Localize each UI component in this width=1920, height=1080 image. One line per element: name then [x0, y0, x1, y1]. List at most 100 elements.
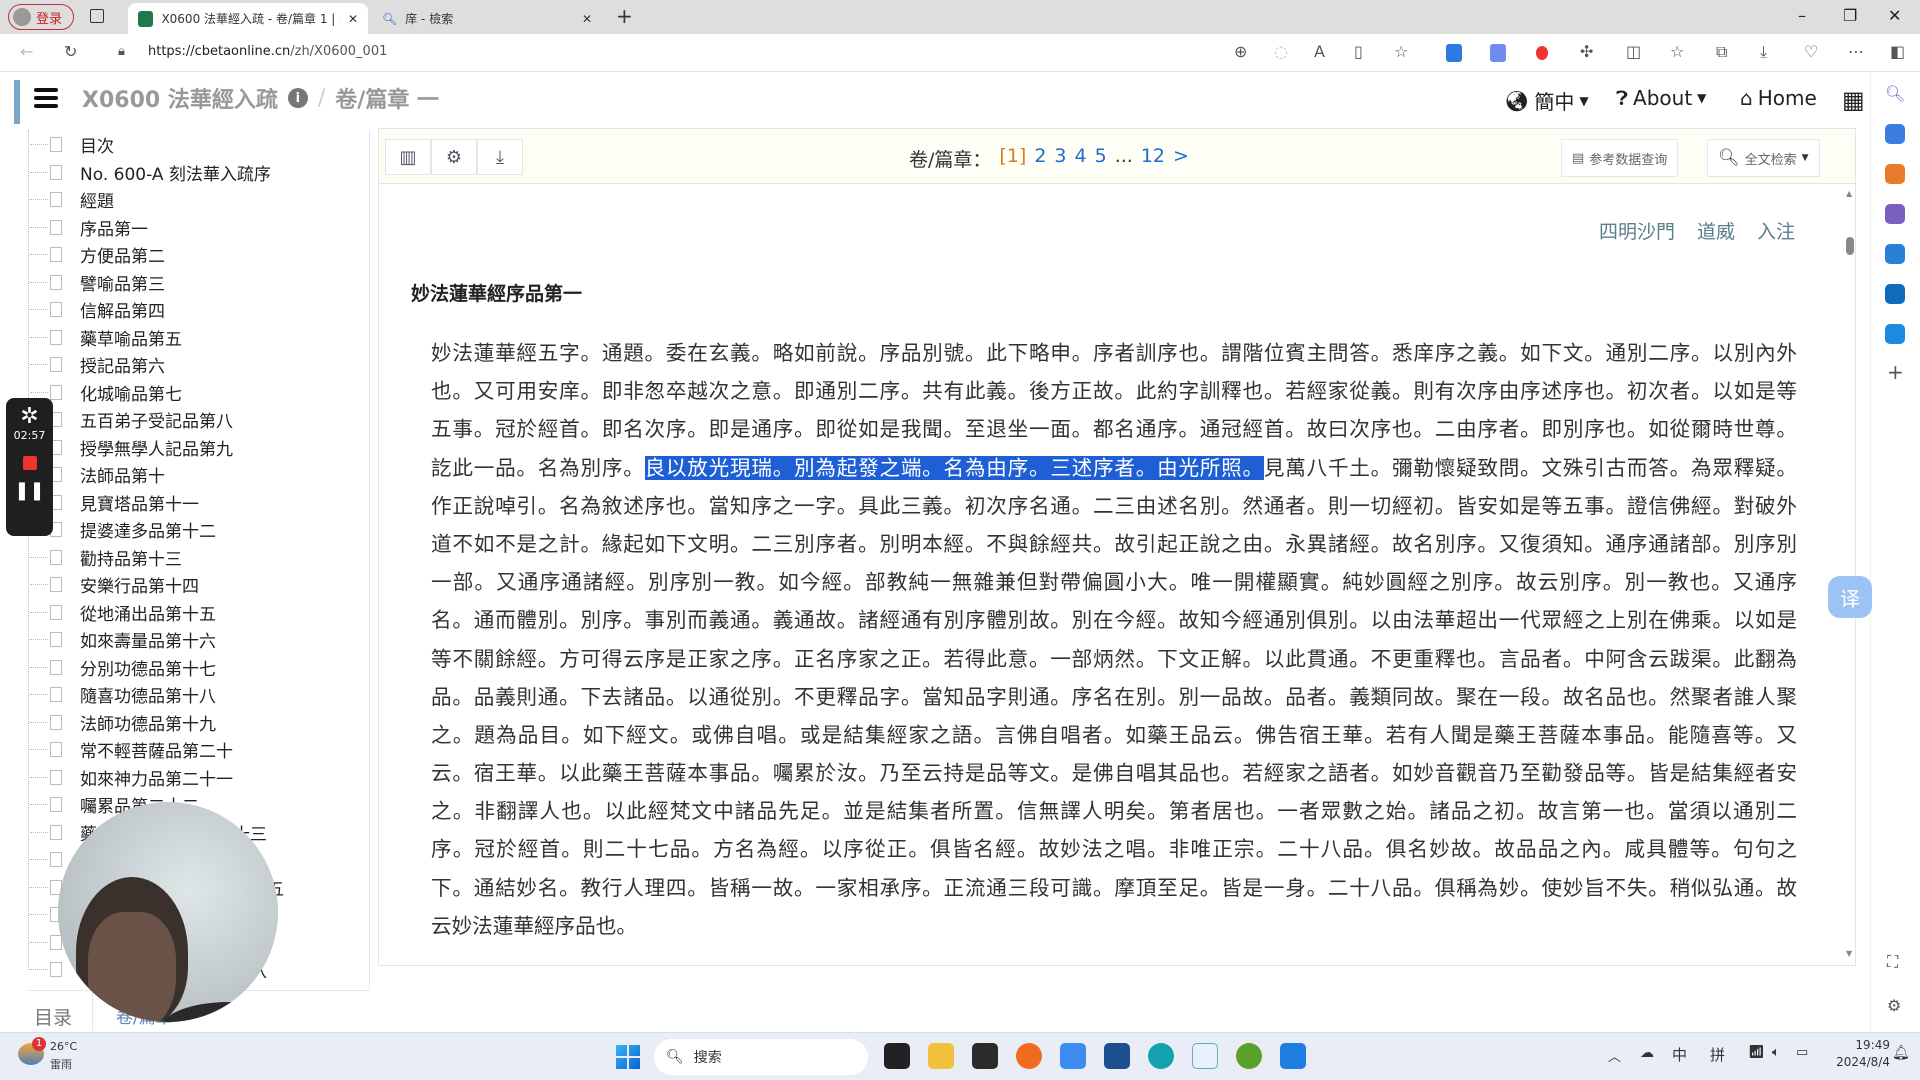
menu-icon[interactable] [34, 88, 58, 108]
language-menu[interactable]: 🌏︎ 簡中 ▼ [1504, 86, 1589, 115]
toc-item[interactable]: 如來神力品第二十一 [30, 764, 233, 791]
toc-item[interactable]: 五百弟子受記品第八 [30, 406, 233, 433]
volume-icon[interactable]: 🔈︎ [1772, 1045, 1780, 1060]
games-icon[interactable] [1885, 204, 1905, 224]
search-icon[interactable]: 🔍︎ [1885, 84, 1905, 103]
toc-item[interactable]: 方便品第二 [30, 241, 165, 268]
close-tab-icon[interactable]: ✕ [348, 12, 358, 26]
start-icon[interactable] [616, 1045, 640, 1069]
close-tab-icon[interactable]: ✕ [582, 12, 592, 26]
edge-icon[interactable]: ◌ [1274, 42, 1288, 61]
translator-extension-icon[interactable] [1490, 44, 1506, 62]
toc-item[interactable]: 從地涌出品第十五 [30, 599, 216, 626]
minimize-icon[interactable]: – [1798, 6, 1806, 25]
more-icon[interactable]: ⋯ [1848, 42, 1864, 61]
toc-item[interactable]: 授記品第六 [30, 351, 165, 378]
wifi-icon[interactable]: 📶︎ [1748, 1045, 1765, 1060]
ime-lang[interactable]: 中 [1672, 1044, 1687, 1065]
fulltext-search-button[interactable]: 🔍︎ 全文检索 ▼ [1707, 139, 1820, 177]
tab-actions-icon[interactable] [90, 9, 104, 23]
webcam-overlay[interactable] [58, 802, 278, 1022]
pager-page-last[interactable]: 12 [1141, 145, 1165, 172]
file-explorer-icon[interactable] [928, 1043, 954, 1069]
app-icon[interactable] [1280, 1043, 1306, 1069]
add-icon[interactable]: + [1887, 360, 1904, 384]
about-menu[interactable]: ❓︎ About ▼ [1616, 86, 1706, 110]
download-icon[interactable]: ⤓ [1760, 42, 1767, 62]
layout-toggle-button[interactable]: ▥ [385, 139, 431, 175]
collections-icon[interactable]: ⧉ [1716, 42, 1727, 62]
outlook-icon[interactable] [1885, 284, 1905, 304]
restore-icon[interactable]: ❐ [1843, 6, 1857, 25]
store-icon[interactable] [1104, 1043, 1130, 1069]
firefox-icon[interactable] [1016, 1043, 1042, 1069]
toc-item[interactable]: 如來壽量品第十六 [30, 626, 216, 653]
favorite-star-icon[interactable]: ☆ [1394, 42, 1408, 61]
tray-expand-icon[interactable]: ︿ [1608, 1046, 1621, 1065]
toc-item[interactable]: 法師品第十 [30, 461, 165, 488]
close-window-icon[interactable]: ✕ [1888, 6, 1901, 25]
toc-item[interactable]: 分別功德品第十七 [30, 654, 216, 681]
pager-next[interactable]: > [1173, 145, 1189, 172]
translate-extension-icon[interactable] [1446, 44, 1462, 62]
pager-page[interactable]: 3 [1054, 145, 1066, 172]
toc-item[interactable]: 化城喻品第七 [30, 379, 182, 406]
toc-item[interactable]: 序品第一 [30, 214, 148, 241]
notification-icon[interactable]: 🔔︎ [1892, 1045, 1910, 1061]
tab-active[interactable]: X0600 法華經入疏 - 卷/篇章 1 | C ✕ [128, 3, 368, 34]
extension-icon[interactable] [1536, 46, 1548, 60]
toc-item[interactable]: 目次 [30, 131, 114, 158]
send-icon[interactable] [1885, 324, 1905, 344]
screenshot-icon[interactable]: ⛶ [1887, 952, 1898, 972]
toc-item[interactable]: 提婆達多品第十二 [30, 516, 216, 543]
pager-page[interactable]: 2 [1034, 145, 1046, 172]
toc-item[interactable]: 經題 [30, 186, 114, 213]
login-button[interactable]: 登录 [8, 4, 74, 30]
selected-text[interactable]: 良以放光現瑞。別為起發之端。名為由序。三述序者。由光所照。 [644, 455, 1264, 480]
split-screen-icon[interactable]: ◫ [1626, 42, 1641, 61]
settings-gear-icon[interactable]: ⚙ [1887, 996, 1901, 1015]
download-button[interactable]: ⤓ [477, 139, 523, 175]
toc-item[interactable]: 法師功德品第十九 [30, 709, 216, 736]
edge-icon[interactable] [1148, 1043, 1174, 1069]
toc-item[interactable]: 見寶塔品第十一 [30, 489, 199, 516]
immersive-reader-icon[interactable]: ▯ [1354, 42, 1363, 61]
feishu-icon[interactable] [1060, 1043, 1086, 1069]
zoom-icon[interactable]: ⊕ [1234, 42, 1247, 61]
scroll-thumb[interactable] [1846, 237, 1854, 255]
app-icon[interactable] [1192, 1043, 1218, 1069]
app-icon[interactable] [972, 1043, 998, 1069]
toc-item[interactable]: 隨喜功德品第十八 [30, 681, 216, 708]
scroll-down-icon[interactable]: ▼ [1846, 949, 1852, 958]
toc-item[interactable]: 常不輕菩薩品第二十 [30, 736, 233, 763]
pause-record-button[interactable]: ❚❚ [6, 480, 53, 501]
toc-item[interactable]: 安樂行品第十四 [30, 571, 199, 598]
tab-search[interactable]: 🔍︎ 庠 - 檢索 ✕ [372, 3, 602, 34]
browser-essentials-icon[interactable]: ♡ [1804, 42, 1818, 61]
translate-float-button[interactable]: 译 [1828, 576, 1872, 618]
toc-item[interactable]: 授學無學人記品第九 [30, 434, 233, 461]
new-tab-icon[interactable]: + [616, 4, 633, 28]
task-view-icon[interactable] [884, 1043, 910, 1069]
onedrive-icon[interactable]: ☁ [1640, 1045, 1654, 1061]
toc-item[interactable]: 勸持品第十三 [30, 544, 182, 571]
tools-icon[interactable] [1885, 164, 1905, 184]
ime-mode[interactable]: 拼 [1710, 1044, 1725, 1065]
text-paragraph[interactable]: 妙法蓮華經五字。通題。委在玄義。略如前說。序品別號。此下略申。序者訓序也。謂階位… [431, 334, 1797, 945]
home-link[interactable]: ⌂ Home [1740, 86, 1817, 110]
read-aloud-icon[interactable]: A [1314, 42, 1325, 61]
tab-toc[interactable]: 目录 [34, 1003, 72, 1030]
toc-item[interactable]: 譬喻品第三 [30, 269, 165, 296]
stop-record-button[interactable] [22, 456, 37, 470]
settings-button[interactable]: ⚙ [431, 139, 477, 175]
extensions-puzzle-icon[interactable]: ✣ [1580, 42, 1593, 61]
copilot-icon[interactable] [1885, 244, 1905, 264]
toc-item[interactable]: 信解品第四 [30, 296, 165, 323]
clock-date[interactable]: 2024/8/4 [1826, 1055, 1890, 1069]
utorrent-icon[interactable] [1236, 1043, 1262, 1069]
info-icon[interactable]: i [287, 88, 308, 108]
clock-time[interactable]: 19:49 [1846, 1038, 1890, 1052]
apps-grid-icon[interactable]: ▦ [1842, 86, 1865, 114]
scroll-up-icon[interactable]: ▲ [1846, 189, 1852, 198]
favorites-icon[interactable]: ☆ [1670, 42, 1684, 61]
